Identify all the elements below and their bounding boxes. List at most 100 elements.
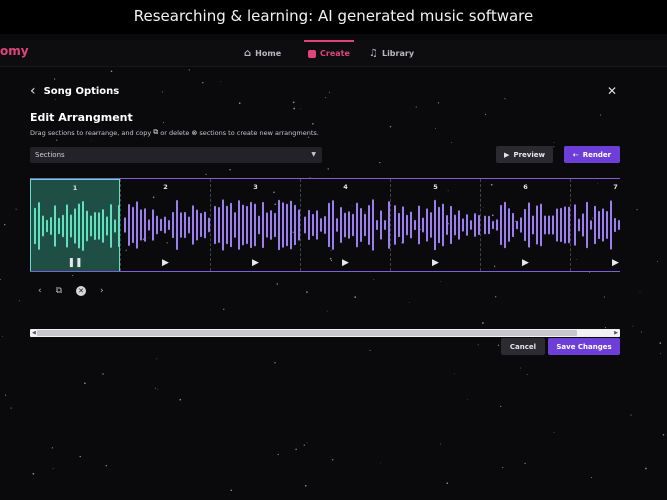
- waveform-bar: [218, 206, 220, 244]
- chevron-right-icon[interactable]: ›: [100, 286, 104, 296]
- play-icon[interactable]: ▶: [121, 258, 210, 268]
- waveform-bar: [524, 208, 526, 242]
- star: [51, 447, 54, 449]
- play-icon[interactable]: ▶: [391, 258, 480, 268]
- waveform-bar: [434, 199, 436, 251]
- waveform-bar: [54, 205, 56, 247]
- waveform-bar: [414, 219, 416, 231]
- waveform-bar: [602, 208, 604, 242]
- waveform-bar: [192, 205, 194, 245]
- arrangement-segment[interactable]: 5 ▶: [390, 179, 480, 271]
- star: [632, 325, 634, 327]
- waveform-bar: [270, 210, 272, 240]
- waveform-bar: [86, 210, 88, 242]
- play-icon[interactable]: ▶: [211, 258, 300, 268]
- copy-icon[interactable]: ⧉: [56, 286, 62, 296]
- waveform-bar: [536, 205, 538, 245]
- star: [379, 161, 381, 164]
- star: [163, 122, 165, 123]
- waveform-bar: [380, 210, 382, 240]
- nav-create-label: Create: [320, 49, 350, 58]
- star: [105, 465, 107, 467]
- star: [84, 382, 86, 385]
- waveform-bar: [94, 212, 96, 240]
- waveform-bar: [78, 203, 80, 249]
- scroll-left-icon[interactable]: ◀: [32, 329, 36, 337]
- waveform-bar: [520, 217, 522, 233]
- nav-library[interactable]: ♫ Library: [369, 40, 414, 67]
- scroll-right-icon[interactable]: ▶: [614, 329, 618, 337]
- render-button[interactable]: ⇠ Render: [564, 146, 620, 163]
- star: [327, 168, 329, 170]
- waveform-bar: [446, 215, 448, 235]
- chevron-left-icon[interactable]: ‹: [38, 286, 42, 296]
- music-note-icon: ♫: [369, 48, 378, 59]
- star: [500, 405, 502, 407]
- preview-button[interactable]: ▶ Preview: [496, 146, 553, 163]
- star: [0, 278, 1, 281]
- close-icon[interactable]: ✕: [607, 84, 617, 98]
- sections-dropdown[interactable]: Sections ▼: [30, 147, 322, 163]
- waveform-bar: [598, 210, 600, 240]
- timeline-scrollbar[interactable]: ◀ ▶: [30, 329, 620, 337]
- waveform-bar: [586, 201, 588, 249]
- waveform-bar: [578, 218, 580, 232]
- segment-number: 2: [163, 183, 168, 191]
- copy-icon: ⧉: [153, 128, 159, 136]
- cancel-button[interactable]: Cancel: [501, 338, 545, 355]
- waveform-bar: [144, 208, 146, 242]
- waveform-bar: [152, 209, 154, 241]
- waveform-bar: [426, 208, 428, 242]
- star: [485, 113, 487, 115]
- waveform-bar: [196, 209, 198, 241]
- waveform-bar: [136, 201, 138, 249]
- waveform-bar: [512, 212, 514, 238]
- star: [56, 139, 58, 141]
- panel-title: Song Options: [43, 85, 120, 97]
- star: [662, 434, 665, 436]
- waveform-bar: [180, 212, 182, 238]
- star: [467, 398, 468, 400]
- waveform-bar: [528, 202, 530, 248]
- chevron-left-icon[interactable]: ‹: [30, 83, 36, 99]
- waveform-bar: [230, 202, 232, 248]
- star: [524, 462, 526, 465]
- scroll-thumb[interactable]: [37, 330, 577, 336]
- remove-icon[interactable]: ✕: [76, 286, 87, 296]
- waveform-bar: [594, 205, 596, 245]
- star: [52, 467, 54, 469]
- star: [312, 123, 314, 125]
- star: [303, 444, 305, 446]
- play-icon[interactable]: ▶: [301, 258, 390, 268]
- helper-text-part: Drag sections to rearrange, and copy: [30, 128, 152, 137]
- arrangement-segment[interactable]: 2 ▶: [120, 179, 210, 271]
- waveform-bar: [438, 206, 440, 244]
- arrangement-segment[interactable]: 3 ▶: [210, 179, 300, 271]
- play-icon[interactable]: ▶: [481, 258, 570, 268]
- arrangement-segment[interactable]: 6 ▶: [480, 179, 570, 271]
- brand-logo[interactable]: omy: [0, 44, 29, 58]
- nav-create[interactable]: Create: [304, 40, 354, 67]
- render-label: Render: [582, 150, 612, 159]
- star: [53, 78, 56, 80]
- save-changes-button[interactable]: Save Changes: [548, 338, 620, 355]
- segment-number: 1: [72, 184, 78, 192]
- pause-icon[interactable]: ❚❚: [31, 258, 119, 268]
- star: [15, 208, 17, 210]
- waveform-bar: [474, 213, 476, 237]
- waveform-bar: [66, 204, 68, 248]
- star: [437, 102, 440, 104]
- waveform-bar: [406, 214, 408, 236]
- waveform: [214, 199, 300, 251]
- nav-home[interactable]: ⌂ Home: [244, 40, 281, 67]
- star: [477, 344, 479, 346]
- waveform-bar: [454, 214, 456, 236]
- waveform-bar: [214, 205, 216, 245]
- waveform-bar: [90, 215, 92, 237]
- play-icon[interactable]: ▶: [571, 258, 620, 268]
- arrangement-segment[interactable]: 4 ▶: [300, 179, 390, 271]
- waveform: [124, 199, 210, 251]
- arrangement-segment[interactable]: 7 ▶: [570, 179, 620, 271]
- arrangement-segment[interactable]: 1 ❚❚: [30, 179, 120, 271]
- section-title: Edit Arrangment: [30, 111, 133, 124]
